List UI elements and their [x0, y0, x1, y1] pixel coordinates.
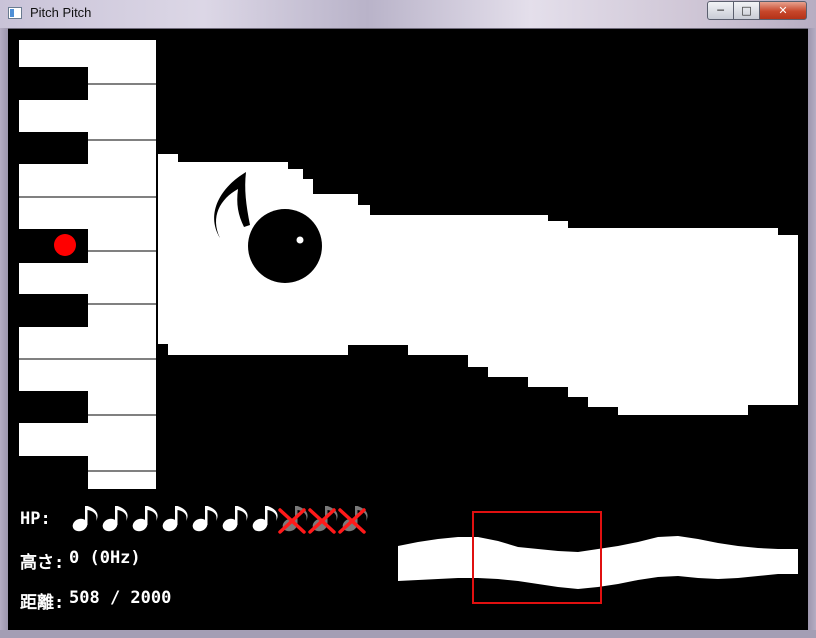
piano-edge	[156, 40, 158, 489]
eighth-note-crossed-icon	[338, 506, 368, 534]
piano-black-key	[19, 294, 88, 327]
app-icon	[8, 7, 22, 19]
piano-keyboard	[19, 40, 158, 489]
piano-black-key	[19, 391, 88, 423]
piano-black-key	[19, 132, 88, 164]
minimap-path	[398, 536, 798, 589]
distance-label: 距離:	[20, 593, 65, 613]
window-titlebar[interactable]: Pitch Pitch ─ □ ✕	[0, 0, 816, 28]
game-scene	[19, 40, 798, 604]
piano-black-key	[19, 229, 88, 263]
eighth-note-icon	[162, 506, 188, 532]
window-frame-right	[808, 28, 816, 638]
game-canvas[interactable]: HP: 高さ: 0 (0Hz) 距離: 508 / 2000	[8, 29, 808, 630]
close-button[interactable]: ✕	[759, 1, 807, 20]
piano-black-key	[19, 67, 88, 100]
maximize-button[interactable]: □	[733, 1, 760, 20]
distance-value: 508 / 2000	[69, 588, 172, 608]
eighth-note-icon	[132, 506, 158, 532]
window-frame-bottom	[0, 630, 816, 638]
eighth-note-crossed-icon	[308, 506, 338, 534]
eighth-note-icon	[102, 506, 128, 532]
eighth-note-icon	[72, 506, 98, 532]
pitch-value: 0 (0Hz)	[69, 548, 141, 568]
eighth-note-icon	[222, 506, 248, 532]
eighth-note-crossed-icon	[278, 506, 308, 534]
piano-black-key	[19, 456, 88, 489]
eighth-note-icon	[252, 506, 278, 532]
hp-label: HP:	[20, 509, 51, 529]
hp-notes	[72, 506, 368, 534]
pitch-label: 高さ:	[20, 553, 65, 573]
course-minimap	[398, 511, 798, 604]
window-title: Pitch Pitch	[30, 5, 92, 20]
sound-path	[158, 154, 798, 415]
window-frame-left	[0, 28, 8, 638]
red-dot-icon	[54, 234, 76, 256]
minimize-button[interactable]: ─	[707, 1, 734, 20]
eighth-note-icon	[192, 506, 218, 532]
